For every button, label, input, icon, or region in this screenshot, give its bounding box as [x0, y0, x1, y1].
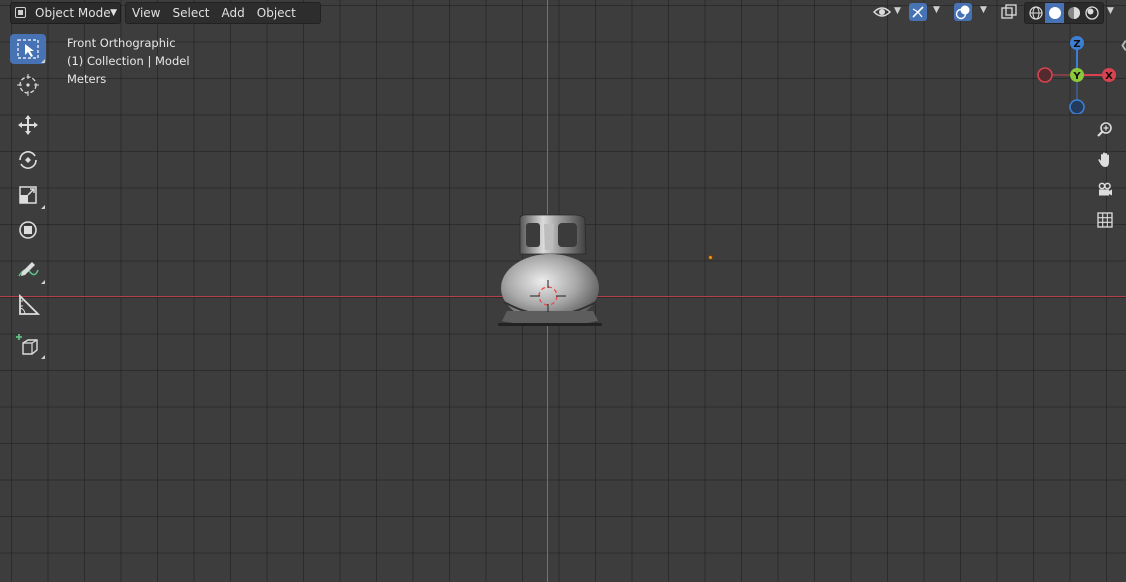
- perspective-toggle-button[interactable]: [1093, 208, 1117, 232]
- move-tool[interactable]: [10, 110, 46, 140]
- pan-hand-icon: [1098, 152, 1109, 167]
- gizmo-x-label: X: [1105, 71, 1113, 82]
- annotate-pencil-icon: [18, 262, 39, 277]
- wireframe-shading-icon[interactable]: [1028, 5, 1044, 21]
- pan-button[interactable]: [1093, 148, 1117, 172]
- rendered-shading-icon[interactable]: [1084, 5, 1100, 21]
- move-icon: [18, 115, 38, 135]
- menu-add[interactable]: Add: [216, 3, 251, 23]
- transform-tool[interactable]: [10, 215, 46, 245]
- add-cube-icon: [16, 334, 38, 355]
- viewport-header: Object Mode ▼ View Select Add Object ▼ ▼ ▼ …: [0, 0, 1126, 24]
- transform-icon: [19, 221, 37, 239]
- cursor-icon: [17, 74, 39, 96]
- gizmo-neg-z[interactable]: [1069, 99, 1085, 114]
- object-mode-icon: [15, 7, 26, 18]
- rotate-icon: [19, 151, 37, 169]
- menu-object[interactable]: Object: [251, 3, 302, 23]
- chevron-down-icon: ▼: [894, 6, 901, 16]
- gizmo-z-label: Z: [1073, 39, 1080, 50]
- eye-icon: [872, 7, 892, 17]
- measure-tool[interactable]: [10, 290, 46, 320]
- viewport-info-overlay: Front Orthographic (1) Collection | Mode…: [67, 34, 190, 88]
- rotate-tool[interactable]: [10, 145, 46, 175]
- gizmo-y-label: Y: [1072, 71, 1081, 82]
- scale-icon: [19, 186, 37, 204]
- select-box-icon: [17, 39, 39, 59]
- collection-label: (1) Collection | Model: [67, 54, 190, 68]
- shading-group: [1024, 2, 1104, 24]
- camera-icon: [1098, 182, 1112, 196]
- overlays-icon: [955, 5, 970, 20]
- menu-view[interactable]: View: [126, 3, 166, 23]
- select-box-tool[interactable]: [10, 34, 46, 64]
- shading-options-chevron-icon[interactable]: ▼: [1107, 6, 1114, 16]
- mode-label: Object Mode: [35, 6, 111, 20]
- camera-view-button[interactable]: [1093, 178, 1117, 202]
- add-cube-tool[interactable]: [10, 330, 46, 360]
- xray-toggle[interactable]: [1000, 3, 1018, 21]
- chevron-down-icon: ▼: [980, 5, 987, 15]
- zoom-icon: [1097, 122, 1112, 137]
- navigation-gizmo[interactable]: Z X Y: [1037, 36, 1121, 114]
- cursor-tool[interactable]: [10, 70, 46, 100]
- annotate-tool[interactable]: [10, 255, 46, 285]
- units-label: Meters: [67, 72, 107, 86]
- sidebar-toggle-chevron-icon[interactable]: ❮: [1120, 40, 1126, 51]
- view-name: Front Orthographic: [67, 36, 176, 50]
- gas-cylinder-model[interactable]: [480, 210, 610, 335]
- chevron-down-icon: ▼: [110, 8, 117, 18]
- gizmo-icon: [912, 6, 924, 18]
- chevron-down-icon: ▼: [933, 5, 940, 15]
- xray-icon: [1001, 4, 1017, 19]
- visibility-dropdown[interactable]: ▼: [872, 3, 903, 21]
- material-shading-icon[interactable]: [1066, 5, 1082, 21]
- solid-shading-icon[interactable]: [1047, 5, 1063, 21]
- header-menu-bar: View Select Add Object: [125, 2, 321, 24]
- measure-ruler-icon: [19, 293, 40, 315]
- overlays-toggle[interactable]: ▼: [953, 2, 991, 22]
- grid-icon: [1097, 212, 1113, 228]
- gizmo-toggle[interactable]: ▼: [908, 2, 946, 22]
- light-origin-dot[interactable]: [708, 255, 713, 260]
- mode-dropdown[interactable]: Object Mode ▼: [10, 2, 121, 24]
- zoom-button[interactable]: [1093, 118, 1117, 142]
- menu-select[interactable]: Select: [166, 3, 215, 23]
- gizmo-neg-x[interactable]: [1037, 67, 1053, 83]
- scale-tool[interactable]: [10, 180, 46, 210]
